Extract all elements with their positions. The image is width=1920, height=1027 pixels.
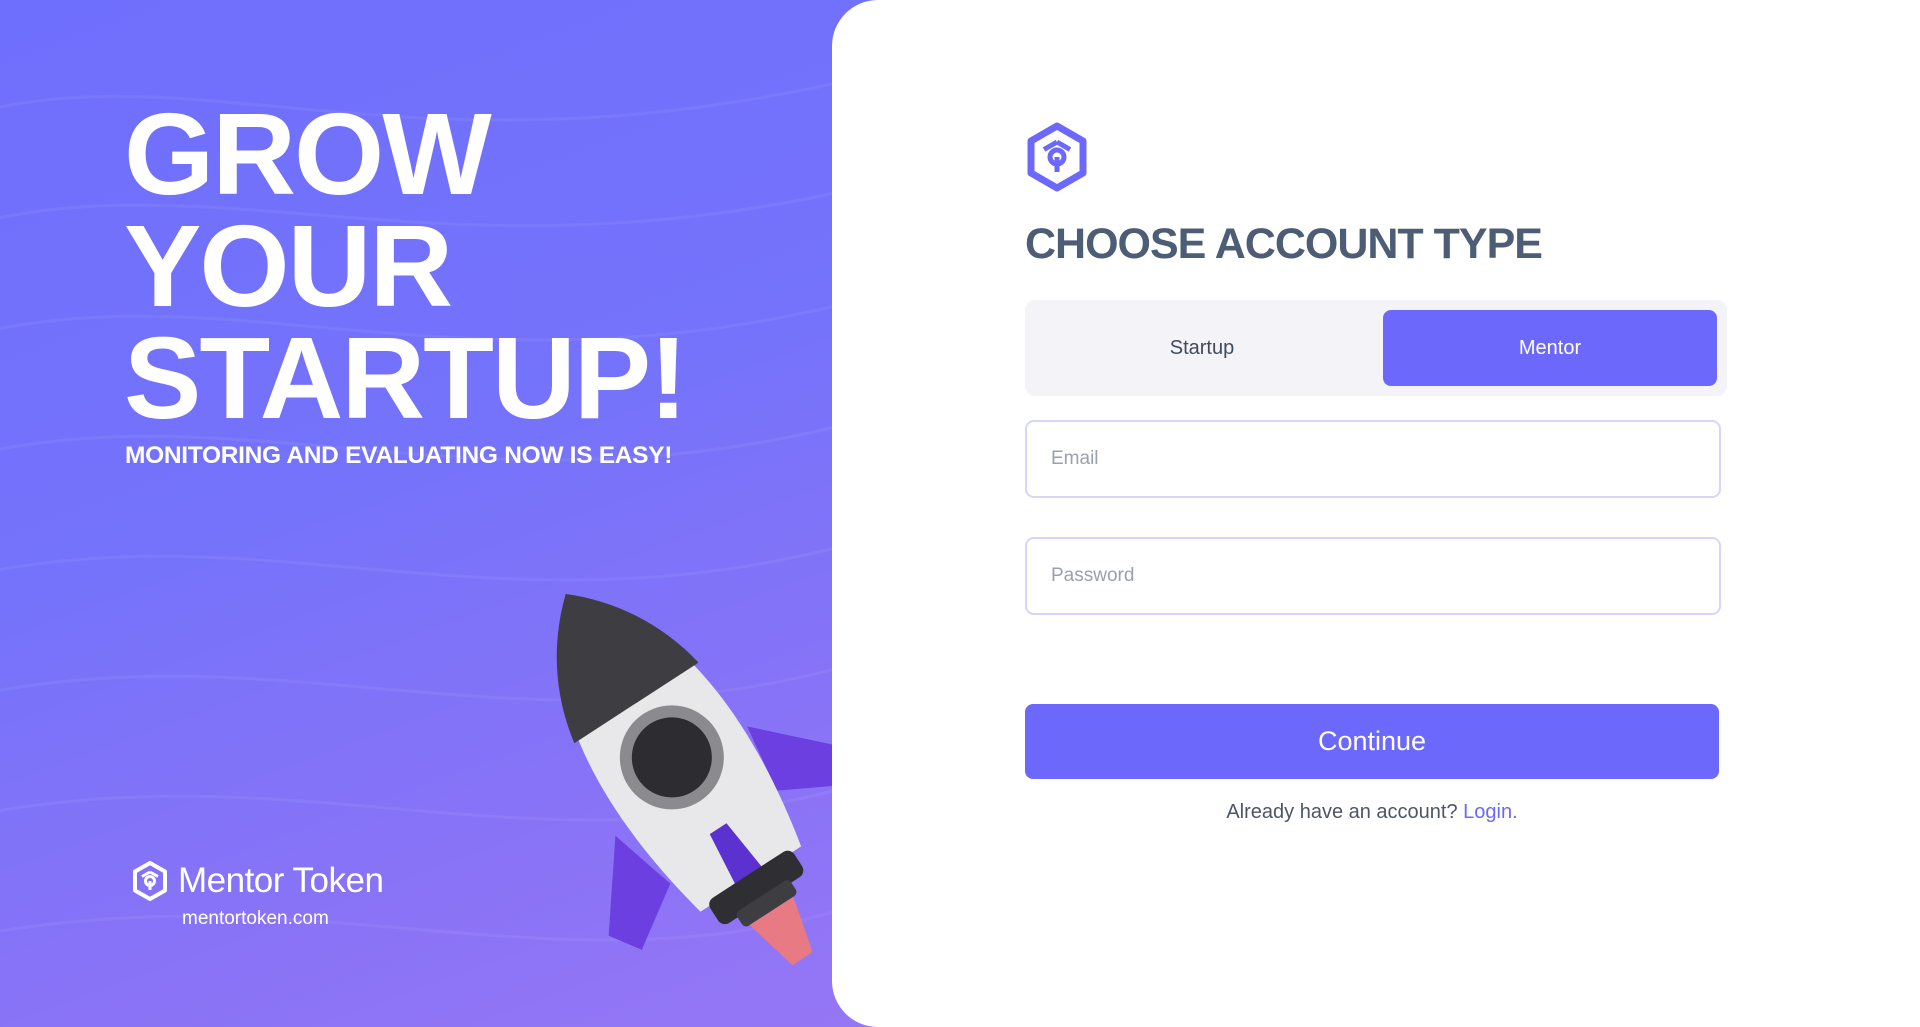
brand-url: mentortoken.com <box>182 908 329 929</box>
brand-name: Mentor Token <box>178 861 384 900</box>
hero-title-line: GROW <box>124 89 492 219</box>
hero-title-line: YOUR <box>124 201 453 331</box>
login-link[interactable]: Login. <box>1463 801 1518 823</box>
hero-subtitle: MONITORING AND EVALUATING NOW IS EASY! <box>125 442 673 469</box>
continue-button[interactable]: Continue <box>1025 704 1719 779</box>
account-type-toggle: Startup Mentor <box>1025 300 1727 396</box>
hero-panel: GROW YOUR STARTUP! MONITORING AND EVALUA… <box>0 0 880 1027</box>
tab-mentor[interactable]: Mentor <box>1383 310 1717 386</box>
brand-row: Mentor Token <box>130 860 384 902</box>
form-panel: CHOOSE ACCOUNT TYPE Startup Mentor Conti… <box>832 0 1920 1027</box>
rocket-illustration <box>556 593 851 966</box>
login-prompt-row: Already have an account? Login. <box>1025 801 1719 824</box>
brand: Mentor Token mentortoken.com <box>130 860 384 930</box>
password-field[interactable] <box>1025 537 1721 615</box>
email-field[interactable] <box>1025 420 1721 498</box>
tab-startup[interactable]: Startup <box>1035 310 1369 386</box>
hexagon-cube-icon <box>1027 122 1087 192</box>
hexagon-cube-icon <box>133 861 167 901</box>
signup-page: GROW YOUR STARTUP! MONITORING AND EVALUA… <box>0 0 1920 1027</box>
hero-title-line: STARTUP! <box>124 313 688 443</box>
login-prompt-text: Already have an account? <box>1226 801 1458 823</box>
page-title: CHOOSE ACCOUNT TYPE <box>1025 220 1543 268</box>
hero-title: GROW YOUR STARTUP! <box>124 89 688 443</box>
